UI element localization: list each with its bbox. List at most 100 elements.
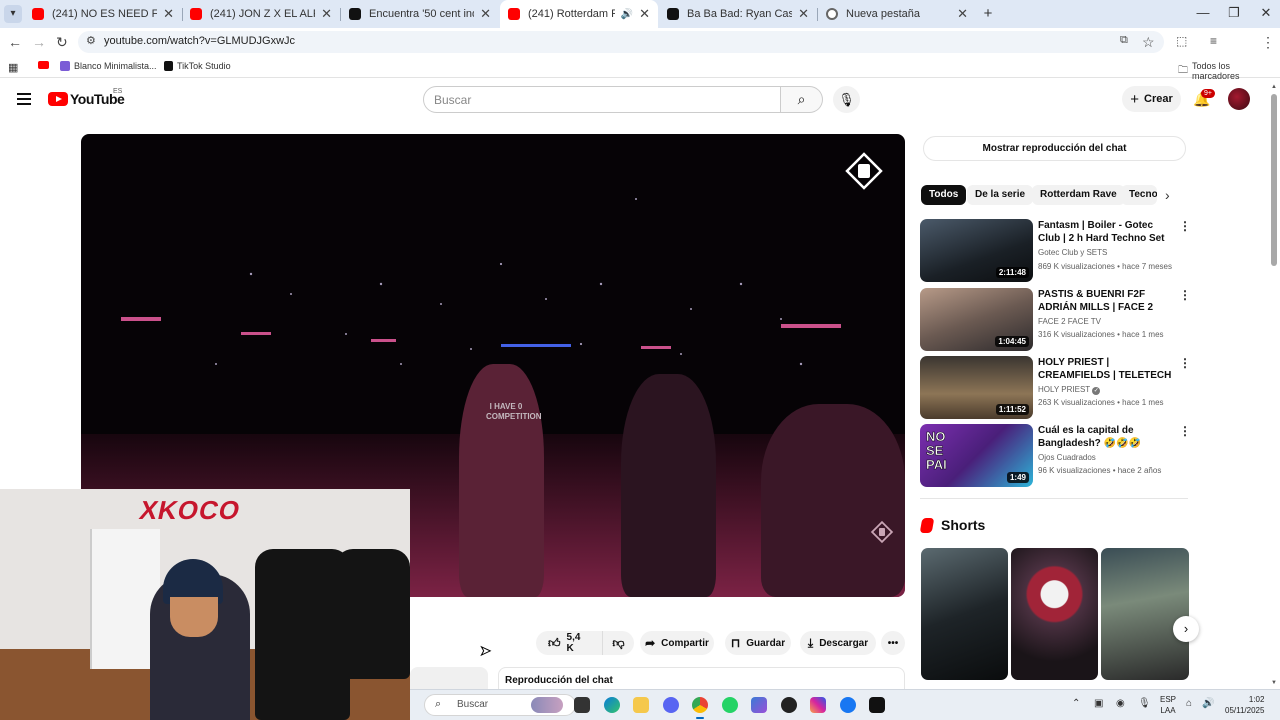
speaker-icon[interactable]: 🔊 bbox=[621, 9, 633, 20]
facebook-icon[interactable] bbox=[840, 697, 856, 713]
video-title[interactable]: HOLY PRIEST | CREAMFIELDS | TELETECH ARE… bbox=[1038, 356, 1178, 383]
video-title[interactable]: PASTIS & BUENRI F2F ADRIÁN MILLS | FACE … bbox=[1038, 288, 1178, 315]
video-title[interactable]: Fantasm | Boiler - Gotec Club | 2 h Hard… bbox=[1038, 219, 1178, 245]
video-title[interactable]: Cuál es la capital de Bangladesh? 🤣🤣🤣 bbox=[1038, 424, 1178, 450]
tab-2[interactable]: (241) JON Z X EL ALFA X ALOFO ✕ bbox=[182, 0, 340, 28]
show-chat-replay-button[interactable]: Mostrar reproducción del chat bbox=[923, 136, 1186, 161]
all-bookmarks[interactable]: 🗀 Todos los marcadores bbox=[1178, 61, 1280, 81]
chat-replay-panel[interactable]: Reproducción del chat bbox=[498, 667, 905, 689]
voice-search-button[interactable]: 🎙 bbox=[833, 86, 860, 113]
chevron-right-icon[interactable]: › bbox=[1165, 187, 1170, 203]
shorts-next-button[interactable]: › bbox=[1173, 616, 1199, 642]
language-indicator[interactable]: ESP LAA bbox=[1160, 694, 1176, 716]
file-explorer-icon[interactable] bbox=[633, 697, 649, 713]
video-thumbnail[interactable]: 1:11:52 bbox=[920, 356, 1033, 419]
edge-icon[interactable] bbox=[604, 697, 620, 713]
snipping-tool-icon[interactable] bbox=[751, 697, 767, 713]
more-vertical-icon[interactable]: ⋮ bbox=[1179, 219, 1191, 233]
obs-icon[interactable] bbox=[781, 697, 797, 713]
chip-rotterdam-rave[interactable]: Rotterdam Rave bbox=[1032, 185, 1125, 205]
instagram-icon[interactable] bbox=[810, 697, 826, 713]
tab-4-active[interactable]: (241) Rotterdam Rave Festiv 🔊 ✕ bbox=[500, 0, 658, 28]
whatsapp-icon[interactable] bbox=[722, 697, 738, 713]
scroll-up-icon[interactable]: ▲ bbox=[1271, 84, 1277, 90]
tab-search-chevron-icon[interactable]: ▾ bbox=[4, 5, 22, 23]
apps-grid-icon[interactable]: ▦ bbox=[8, 61, 18, 74]
task-view-icon[interactable] bbox=[574, 697, 590, 713]
more-actions-button[interactable]: ••• bbox=[881, 631, 905, 655]
search-input[interactable]: Buscar bbox=[423, 86, 781, 113]
account-avatar[interactable] bbox=[1228, 88, 1250, 110]
bookmark-star-icon[interactable]: ☆ bbox=[1142, 34, 1155, 51]
tray-chevron-up-icon[interactable]: ⌃ bbox=[1072, 698, 1080, 709]
recommendation-1[interactable]: 2:11:48 Fantasm | Boiler - Gotec Club | … bbox=[920, 219, 1191, 283]
share-button[interactable]: ➦ Compartir bbox=[640, 631, 714, 655]
tab-6[interactable]: Nueva pestaña ✕ bbox=[818, 0, 976, 28]
tab-5[interactable]: Ba Ba Bad: Ryan Castro Remix c ✕ bbox=[659, 0, 817, 28]
close-icon[interactable]: ✕ bbox=[798, 6, 809, 22]
bookmark-tiktok-studio[interactable]: TikTok Studio bbox=[164, 61, 231, 71]
chip-todos[interactable]: Todos bbox=[921, 185, 967, 205]
like-button[interactable]: 👍︎ 5,4 K bbox=[536, 631, 602, 655]
minimize-icon[interactable]: — bbox=[1193, 5, 1213, 20]
channel-name[interactable]: HOLY PRIEST ✓ bbox=[1038, 385, 1101, 395]
url-text[interactable]: youtube.com/watch?v=GLMUDJGxwJc bbox=[104, 35, 295, 47]
channel-name[interactable]: FACE 2 FACE TV bbox=[1038, 317, 1101, 326]
more-vertical-icon[interactable]: ⋮ bbox=[1179, 288, 1191, 302]
close-icon[interactable]: ✕ bbox=[480, 6, 491, 22]
recommendation-3[interactable]: 1:11:52 HOLY PRIEST | CREAMFIELDS | TELE… bbox=[920, 356, 1191, 420]
reload-icon[interactable]: ↻ bbox=[56, 34, 68, 51]
youtube-bookmark[interactable] bbox=[38, 61, 49, 69]
extensions-icon[interactable]: ⬚ bbox=[1176, 34, 1187, 48]
microphone-icon[interactable]: 🎙 bbox=[1138, 698, 1151, 709]
create-button[interactable]: + Crear bbox=[1122, 86, 1181, 112]
media-controls-icon[interactable]: ≡ bbox=[1210, 34, 1217, 48]
more-vertical-icon[interactable]: ⋮ bbox=[1179, 424, 1191, 438]
cast-icon[interactable]: ⧉ bbox=[1120, 34, 1128, 47]
close-icon[interactable]: ✕ bbox=[639, 6, 650, 22]
chip-tecno[interactable]: Tecno bbox=[1121, 185, 1157, 205]
scroll-down-icon[interactable]: ▼ bbox=[1271, 680, 1277, 686]
recommendation-4[interactable]: NO SE PAI 1:49 Cuál es la capital de Bangl… bbox=[920, 424, 1191, 488]
network-icon[interactable]: ⌂ bbox=[1186, 698, 1192, 709]
recommendation-2[interactable]: 1:04:45 PASTIS & BUENRI F2F ADRIÁN MILLS… bbox=[920, 288, 1191, 352]
back-icon[interactable]: ← bbox=[8, 34, 22, 50]
search-button[interactable]: ⌕ bbox=[781, 86, 823, 113]
tray-app-icon[interactable]: ◉ bbox=[1116, 698, 1125, 709]
chip-de-la-serie[interactable]: De la serie bbox=[967, 185, 1034, 205]
omnibox[interactable]: ⚙ youtube.com/watch?v=GLMUDJGxwJc bbox=[78, 31, 1164, 53]
channel-name[interactable]: Gotec Club y SETS bbox=[1038, 248, 1107, 257]
discord-icon[interactable] bbox=[663, 697, 679, 713]
short-thumbnail[interactable] bbox=[921, 548, 1008, 680]
page-scrollbar[interactable]: ▲ ▼ bbox=[1269, 84, 1279, 688]
video-thumbnail[interactable]: 2:11:48 bbox=[920, 219, 1033, 282]
download-button[interactable]: ⤓ Descargar bbox=[800, 631, 876, 655]
dislike-button[interactable]: 👎︎ bbox=[602, 631, 634, 655]
chrome-icon[interactable] bbox=[692, 697, 708, 713]
short-thumbnail[interactable] bbox=[1101, 548, 1189, 680]
restore-icon[interactable]: ❐ bbox=[1224, 5, 1244, 21]
bookmark-blanco[interactable]: Blanco Minimalista... bbox=[60, 61, 157, 71]
tray-app-icon[interactable]: ▣ bbox=[1094, 698, 1103, 709]
volume-icon[interactable]: 🔊 bbox=[1202, 698, 1214, 709]
site-info-icon[interactable]: ⚙ bbox=[86, 34, 96, 47]
tiktok-icon[interactable] bbox=[869, 697, 885, 713]
close-icon[interactable]: ✕ bbox=[321, 6, 332, 22]
more-vertical-icon[interactable]: ⋮ bbox=[1179, 356, 1191, 370]
scrollbar-thumb[interactable] bbox=[1271, 94, 1277, 266]
taskbar-clock[interactable]: 1:02 05/11/2025 bbox=[1225, 694, 1264, 716]
new-tab-button[interactable]: + bbox=[978, 5, 998, 22]
tab-1[interactable]: (241) NO ES NEED FOR SPEED - ✕ bbox=[24, 0, 182, 28]
close-window-icon[interactable]: ✕ bbox=[1256, 5, 1276, 21]
video-thumbnail[interactable]: NO SE PAI 1:49 bbox=[920, 424, 1033, 487]
save-button[interactable]: ⊓ Guardar bbox=[725, 631, 791, 655]
forward-icon[interactable]: → bbox=[32, 34, 46, 50]
close-icon[interactable]: ✕ bbox=[163, 6, 174, 22]
youtube-logo[interactable]: YouTube ES bbox=[48, 88, 125, 107]
close-icon[interactable]: ✕ bbox=[957, 6, 968, 22]
short-thumbnail[interactable] bbox=[1011, 548, 1098, 680]
video-thumbnail[interactable]: 1:04:45 bbox=[920, 288, 1033, 351]
channel-name[interactable]: Ojos Cuadrados bbox=[1038, 453, 1096, 462]
taskbar-search[interactable]: ⌕ Buscar bbox=[424, 694, 576, 716]
hamburger-menu-icon[interactable] bbox=[17, 93, 31, 105]
